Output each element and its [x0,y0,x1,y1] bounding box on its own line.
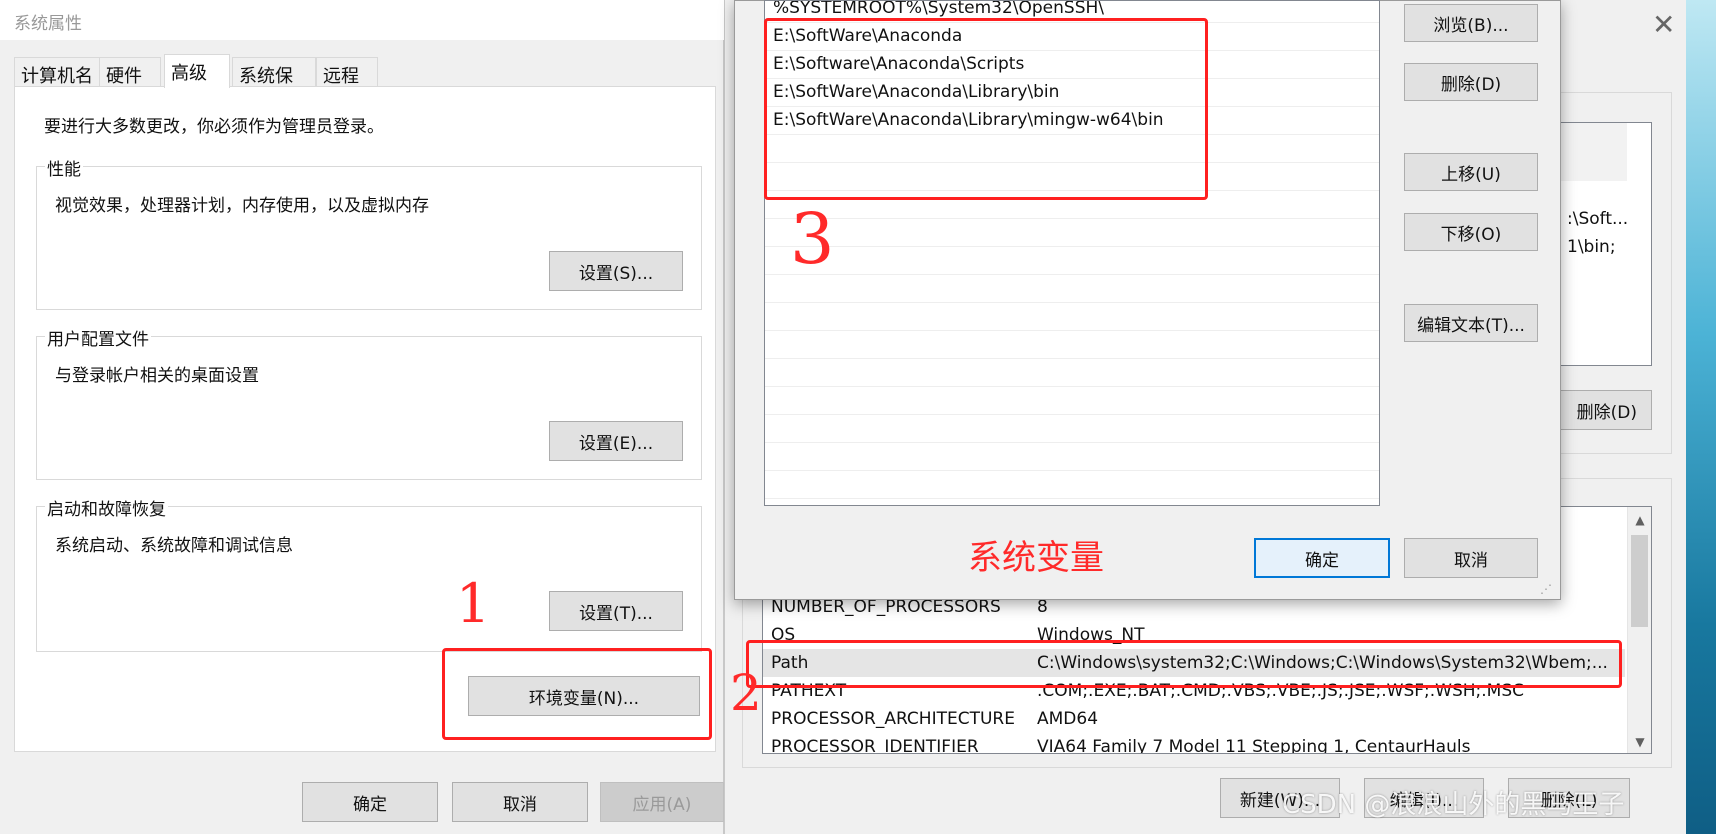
scroll-up-icon[interactable]: ▲ [1628,513,1651,527]
close-icon[interactable]: ✕ [1652,8,1675,41]
performance-group: 性能 视觉效果，处理器计划，内存使用，以及虚拟内存 设置(S)... [36,155,702,310]
user-profiles-settings-button[interactable]: 设置(E)... [549,421,683,461]
move-down-button[interactable]: 下移(O) [1404,213,1538,251]
user-profiles-title: 用户配置文件 [45,325,151,350]
system-variables-scrollbar[interactable]: ▲ ▼ [1627,507,1651,753]
startup-recovery-title: 启动和故障恢复 [45,495,168,520]
scroll-down-icon[interactable]: ▼ [1628,735,1651,749]
list-item-empty[interactable] [765,247,1379,275]
tab-computer-name[interactable]: 计算机名 [14,57,100,87]
list-item-empty[interactable] [765,471,1379,499]
system-properties-title: 系统属性 [14,14,82,34]
annotation-box-anaconda-paths [764,18,1208,200]
move-up-button[interactable]: 上移(U) [1404,153,1538,191]
list-item-empty[interactable] [765,443,1379,471]
system-properties-titlebar: 系统属性 [0,0,724,40]
apply-button[interactable]: 应用(A) [600,782,724,822]
annotation-box-path-row [746,640,1622,688]
startup-recovery-desc: 系统启动、系统故障和调试信息 [55,536,293,556]
annotation-step-2: 2 [730,664,762,722]
performance-desc: 视觉效果，处理器计划，内存使用，以及虚拟内存 [55,196,429,216]
annotation-step-1: 1 [456,572,491,635]
delete-entry-button[interactable]: 删除(D) [1404,63,1538,101]
variable-value: 8 [1037,597,1048,617]
path-entry-text: %SYSTEMROOT%\System32\OpenSSH\ [773,0,1105,18]
edit-text-button[interactable]: 编辑文本(T)... [1404,304,1538,342]
edit-ok-button[interactable]: 确定 [1254,538,1390,578]
performance-title: 性能 [45,155,83,180]
list-item-empty[interactable] [765,415,1379,443]
list-item-empty[interactable] [765,387,1379,415]
edit-cancel-button[interactable]: 取消 [1404,538,1538,578]
list-item-empty[interactable] [765,359,1379,387]
cancel-button[interactable]: 取消 [452,782,588,822]
user-variable-value-fragment: :\Soft... [1567,209,1629,229]
variable-name: PROCESSOR_ARCHITECTURE [771,709,1015,729]
list-item-empty[interactable] [765,219,1379,247]
variable-name: NUMBER_OF_PROCESSORS [771,597,1001,617]
variable-value: AMD64 [1037,709,1099,729]
resize-grip-icon[interactable]: ⋰ [1540,582,1556,596]
table-row[interactable]: PROCESSOR_ARCHITECTURE AMD64 [763,705,1625,733]
list-item-empty[interactable] [765,331,1379,359]
user-profiles-group: 用户配置文件 与登录帐户相关的桌面设置 设置(E)... [36,325,702,480]
list-item-empty[interactable] [765,303,1379,331]
browse-button[interactable]: 浏览(B)... [1404,4,1538,42]
annotation-box-env-button [442,648,712,740]
tab-system-protection[interactable]: 系统保护 [232,57,316,113]
user-variable-value-fragment: 1\bin; [1567,237,1616,257]
table-row[interactable]: PROCESSOR_IDENTIFIER VIA64 Family 7 Mode… [763,733,1625,754]
scrollbar-thumb[interactable] [1631,535,1648,627]
startup-recovery-settings-button[interactable]: 设置(T)... [549,591,683,631]
annotation-step-3: 3 [790,198,835,280]
variable-name: PROCESSOR_IDENTIFIER [771,737,979,754]
list-item-empty[interactable] [765,275,1379,303]
desktop-wallpaper [1686,0,1716,834]
tab-remote[interactable]: 远程 [316,57,378,87]
watermark: CSDN @浪浪山外的黑马王子 [1282,790,1625,820]
user-profiles-desc: 与登录帐户相关的桌面设置 [55,366,259,386]
startup-recovery-group: 启动和故障恢复 系统启动、系统故障和调试信息 设置(T)... [36,495,702,652]
tab-hardware[interactable]: 硬件 [99,57,161,87]
annotation-label-system-variables: 系统变量 [968,538,1104,578]
performance-settings-button[interactable]: 设置(S)... [549,251,683,291]
ok-button[interactable]: 确定 [302,782,438,822]
admin-note: 要进行大多数更改，你必须作为管理员登录。 [44,117,384,137]
tab-advanced[interactable]: 高级 [164,54,230,88]
variable-value: VIA64 Family 7 Model 11 Stepping 1, Cent… [1037,737,1471,754]
